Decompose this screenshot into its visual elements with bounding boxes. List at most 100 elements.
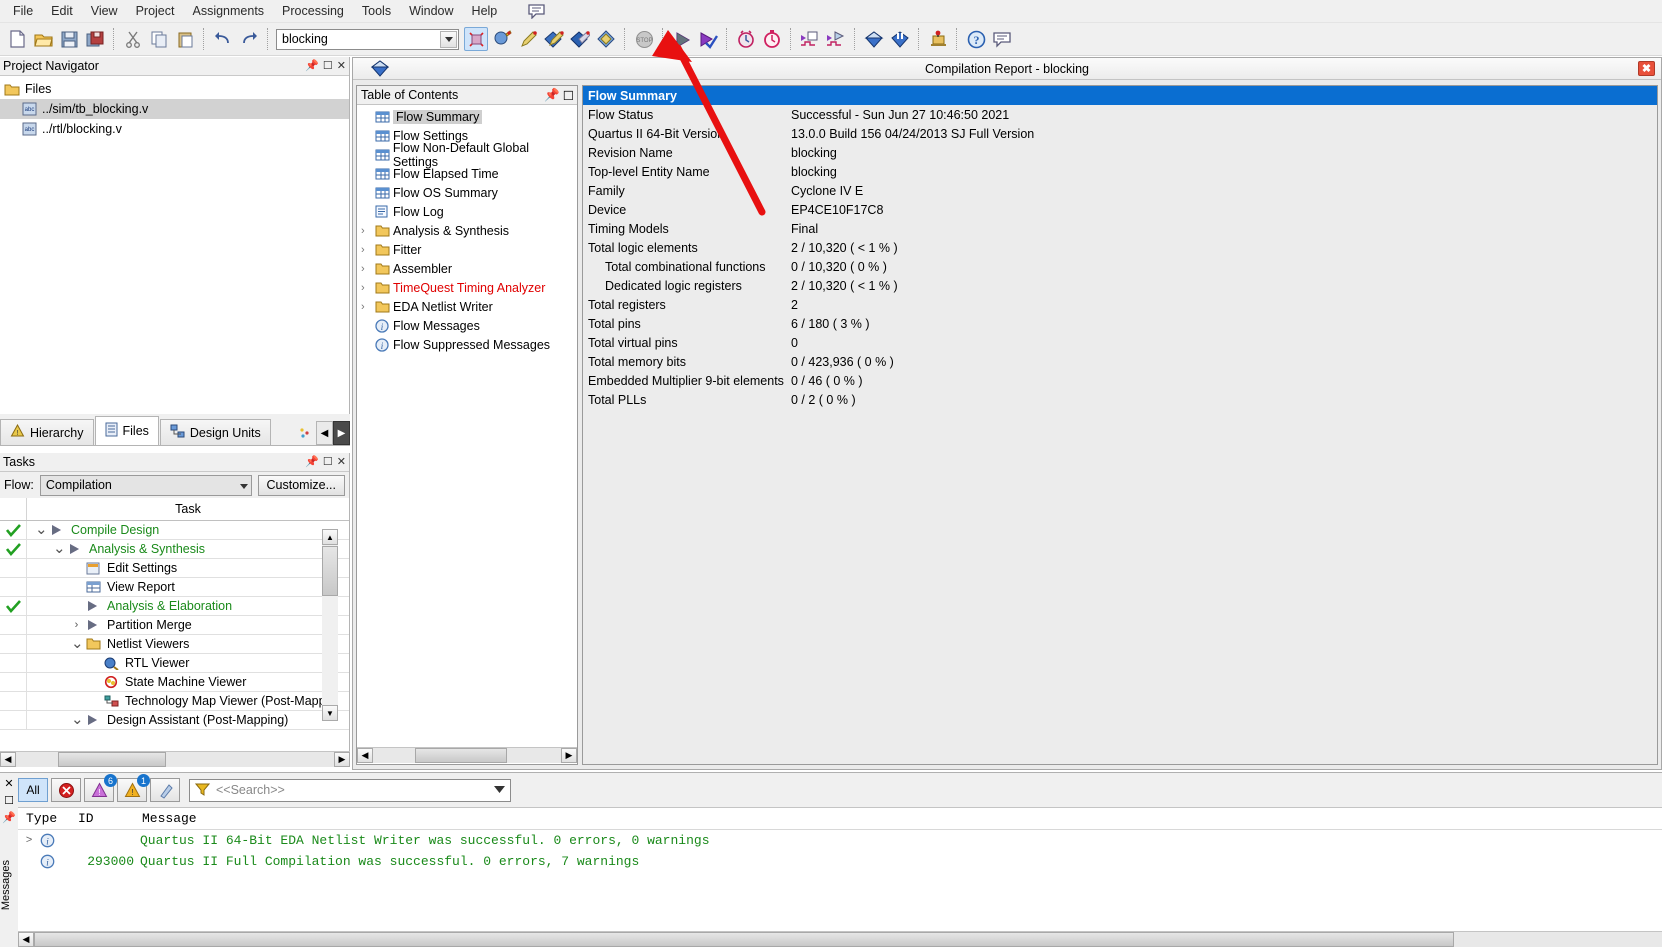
tab-overflow-icon[interactable] <box>298 426 314 440</box>
task-row[interactable]: ⌄ Compile Design <box>0 521 349 540</box>
message-panel-icon[interactable] <box>990 27 1014 51</box>
help-icon[interactable]: ? <box>964 27 988 51</box>
timing-clock-red-icon[interactable] <box>760 27 784 51</box>
scrollbar-track[interactable] <box>34 932 1662 947</box>
close-report-button[interactable]: ✖ <box>1638 61 1655 76</box>
scrollbar-thumb[interactable] <box>58 752 166 767</box>
flow-select[interactable]: Compilation <box>39 474 252 496</box>
warning-filter-button[interactable]: ! 1 <box>117 774 150 802</box>
pin-icon[interactable]: 📌 <box>305 59 319 72</box>
task-row[interactable]: Technology Map Viewer (Post-Mapp <box>0 692 349 711</box>
menu-item-tools[interactable]: Tools <box>353 1 400 21</box>
scroll-right-button[interactable]: ▶ <box>334 752 350 767</box>
analysis-synthesis-icon[interactable] <box>490 27 514 51</box>
toc-item[interactable]: i Flow Suppressed Messages <box>357 335 577 354</box>
critical-warning-filter-button[interactable]: ! 6 <box>84 774 117 802</box>
undo-icon[interactable] <box>211 27 235 51</box>
programmer-icon[interactable] <box>862 27 886 51</box>
close-icon[interactable]: ✕ <box>4 777 13 790</box>
task-row[interactable]: View Report <box>0 578 349 597</box>
menu-item-help[interactable]: Help <box>463 1 507 21</box>
chevron-right-icon[interactable]: › <box>361 244 375 256</box>
close-icon[interactable]: ✕ <box>337 59 346 72</box>
paste-icon[interactable] <box>173 27 197 51</box>
message-search-input[interactable]: <<Search>> <box>189 778 511 802</box>
chevron-right-icon[interactable]: › <box>361 263 375 275</box>
task-row[interactable]: Edit Settings <box>0 559 349 578</box>
restore-icon[interactable]: ☐ <box>323 455 333 468</box>
menu-item-view[interactable]: View <box>82 1 127 21</box>
open-file-icon[interactable] <box>31 27 55 51</box>
scroll-left-button[interactable]: ◀ <box>357 748 373 763</box>
tab-files[interactable]: Files <box>94 416 159 445</box>
project-file-item[interactable]: abc ../sim/tb_blocking.v <box>0 99 349 119</box>
timing-clock-blue-icon[interactable] <box>734 27 758 51</box>
restore-icon[interactable]: ☐ <box>323 59 333 72</box>
pin-icon[interactable]: 📌 <box>2 811 16 824</box>
scrollbar-thumb[interactable] <box>415 748 507 763</box>
copy-icon[interactable] <box>147 27 171 51</box>
task-row[interactable]: › Partition Merge <box>0 616 349 635</box>
menu-item-file[interactable]: File <box>4 1 42 21</box>
restore-icon[interactable]: ☐ <box>4 794 14 807</box>
menu-item-edit[interactable]: Edit <box>42 1 82 21</box>
chevron-down-icon[interactable]: ⌄ <box>53 541 66 556</box>
menu-item-assignments[interactable]: Assignments <box>183 1 273 21</box>
task-row[interactable]: ⌄ Netlist Viewers <box>0 635 349 654</box>
chevron-down-icon[interactable] <box>440 30 457 48</box>
close-icon[interactable]: ✕ <box>337 455 346 468</box>
chevron-right-icon[interactable]: › <box>361 301 375 313</box>
scroll-up-button[interactable]: ▲ <box>322 529 338 545</box>
toc-horizontal-scrollbar[interactable]: ◀ ▶ <box>357 747 577 763</box>
scroll-down-button[interactable]: ▼ <box>322 705 338 721</box>
revision-combo[interactable]: blocking <box>276 28 459 50</box>
redo-icon[interactable] <box>237 27 261 51</box>
message-row[interactable]: i 293000 Quartus II Full Compilation was s… <box>18 851 1662 872</box>
task-row[interactable]: State Machine Viewer <box>0 673 349 692</box>
project-files-root[interactable]: Files <box>0 79 349 99</box>
chevron-down-icon[interactable]: ⌄ <box>35 522 48 537</box>
menu-item-processing[interactable]: Processing <box>273 1 353 21</box>
scroll-left-button[interactable]: ◀ <box>0 752 16 767</box>
chevron-right-icon[interactable]: › <box>361 282 375 294</box>
start-compilation-check-icon[interactable] <box>696 27 720 51</box>
signal-tap-in-icon[interactable] <box>798 27 822 51</box>
tasks-horizontal-scrollbar[interactable]: ◀ ▶ <box>0 751 350 767</box>
message-row[interactable]: > i Quartus II 64-Bit EDA Netlist Writer w… <box>18 830 1662 851</box>
customize-button[interactable]: Customize... <box>257 474 345 496</box>
toc-item[interactable]: › TimeQuest Timing Analyzer <box>357 278 577 297</box>
new-file-icon[interactable] <box>5 27 29 51</box>
menu-item-window[interactable]: Window <box>400 1 462 21</box>
pin-icon[interactable]: 📌 <box>305 455 319 468</box>
toc-item[interactable]: › Analysis & Synthesis <box>357 221 577 240</box>
info-filter-button[interactable] <box>150 778 180 802</box>
messages-horizontal-scrollbar[interactable]: ◀ <box>18 931 1662 947</box>
all-filter-button[interactable]: All <box>18 778 48 802</box>
scrollbar-track[interactable] <box>16 752 334 767</box>
stop-icon[interactable]: STOP <box>632 27 656 51</box>
tasks-vertical-scrollbar[interactable]: ▲ ▼ <box>322 529 338 721</box>
task-row[interactable]: RTL Viewer <box>0 654 349 673</box>
toc-item[interactable]: › Assembler <box>357 259 577 278</box>
pin-icon[interactable]: 📌 <box>544 88 560 103</box>
tab-design-units[interactable]: Design Units <box>159 419 271 445</box>
assembler-icon[interactable] <box>568 27 592 51</box>
error-filter-button[interactable] <box>51 778 81 802</box>
tab-scroll-right-button[interactable]: ▶ <box>333 421 350 445</box>
task-row[interactable]: ⌄ Design Assistant (Post-Mapping) <box>0 711 349 730</box>
scrollbar-thumb[interactable] <box>322 546 338 596</box>
analysis-synthesis-pencil-icon[interactable] <box>516 27 540 51</box>
scroll-right-button[interactable]: ▶ <box>561 748 577 763</box>
chevron-right-icon[interactable]: › <box>361 225 375 237</box>
menu-item-project[interactable]: Project <box>127 1 184 21</box>
toc-item[interactable]: Flow Log <box>357 202 577 221</box>
cut-icon[interactable] <box>121 27 145 51</box>
fitter-icon[interactable] <box>542 27 566 51</box>
toc-item[interactable]: i Flow Messages <box>357 316 577 335</box>
toc-item[interactable]: Flow Summary <box>357 107 577 126</box>
toc-item[interactable]: Flow OS Summary <box>357 183 577 202</box>
restore-icon[interactable]: ☐ <box>563 88 574 103</box>
task-row[interactable]: ⌄ Analysis & Synthesis <box>0 540 349 559</box>
scrollbar-track[interactable] <box>373 748 561 763</box>
start-analysis-elaboration-icon[interactable] <box>464 27 488 51</box>
